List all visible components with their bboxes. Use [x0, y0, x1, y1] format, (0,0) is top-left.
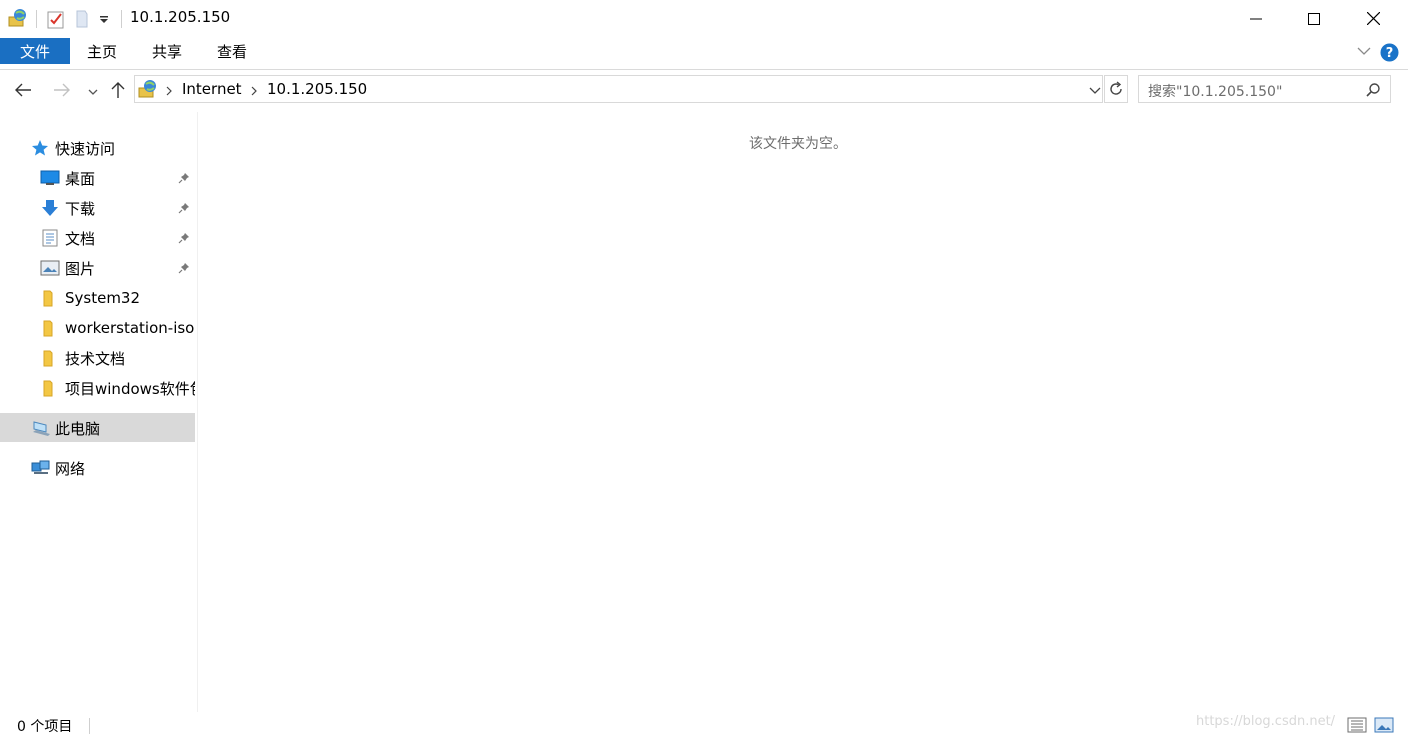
nav-item-tech-docs[interactable]: 技术文档	[40, 343, 195, 373]
refresh-icon	[1110, 81, 1122, 95]
nav-this-pc-label: 此电脑	[55, 419, 101, 438]
nav-item-documents[interactable]: 文档	[40, 223, 180, 253]
nav-quick-access[interactable]: 快速访问	[31, 133, 115, 163]
tab-home[interactable]: 主页	[76, 38, 128, 64]
folder-icon	[43, 350, 53, 367]
quick-access-separator	[36, 10, 37, 28]
pin-icon[interactable]	[178, 262, 190, 274]
pin-icon[interactable]	[178, 202, 190, 214]
nav-item-label: System32	[65, 289, 141, 307]
pin-icon[interactable]	[178, 232, 190, 244]
tab-share[interactable]: 共享	[141, 38, 193, 64]
properties-icon[interactable]	[47, 9, 65, 29]
address-location-icon	[137, 78, 159, 100]
nav-item-system32[interactable]: System32	[40, 283, 195, 313]
download-icon	[42, 200, 58, 216]
nav-item-label: 桌面	[65, 169, 96, 188]
breadcrumb-chevron-icon[interactable]	[250, 84, 258, 96]
search-icon[interactable]	[1365, 82, 1381, 98]
refresh-button[interactable]	[1104, 75, 1128, 103]
svg-text:?: ?	[1386, 46, 1394, 61]
nav-this-pc[interactable]: 此电脑	[31, 413, 100, 443]
computer-icon	[33, 421, 50, 436]
star-icon	[32, 140, 48, 156]
help-icon[interactable]: ?	[1380, 43, 1399, 62]
forward-button[interactable]	[53, 82, 71, 98]
watermark-text: https://blog.csdn.net/	[1196, 714, 1336, 729]
desktop-icon	[40, 170, 60, 185]
document-icon	[42, 229, 58, 247]
breadcrumb-internet[interactable]: Internet	[182, 80, 242, 98]
new-folder-icon[interactable]	[75, 9, 89, 29]
address-dropdown-icon[interactable]	[1088, 84, 1102, 94]
nav-item-project-packages[interactable]: 项目windows软件包	[40, 373, 195, 403]
nav-item-label: 下载	[65, 199, 96, 218]
customize-toolbar-icon[interactable]	[98, 12, 110, 26]
minimize-button[interactable]	[1227, 0, 1285, 37]
breadcrumb-chevron-icon[interactable]	[165, 84, 173, 96]
tab-view[interactable]: 查看	[206, 38, 258, 64]
nav-item-desktop[interactable]: 桌面	[40, 163, 180, 193]
maximize-button[interactable]	[1285, 0, 1343, 37]
nav-item-label: 技术文档	[65, 349, 126, 368]
nav-item-label: workerstation-iso	[65, 319, 195, 337]
up-button[interactable]	[110, 81, 126, 99]
details-view-icon[interactable]	[1347, 717, 1367, 733]
large-icons-view-icon[interactable]	[1374, 717, 1394, 733]
nav-quick-access-label: 快速访问	[55, 139, 116, 158]
nav-item-pictures[interactable]: 图片	[40, 253, 180, 283]
network-icon	[31, 460, 50, 474]
breadcrumb-current[interactable]: 10.1.205.150	[267, 80, 367, 98]
pictures-icon	[40, 260, 60, 276]
status-separator	[89, 718, 90, 734]
title-separator	[121, 10, 122, 28]
back-button[interactable]	[14, 82, 32, 98]
folder-icon	[43, 380, 53, 397]
nav-item-label: 文档	[65, 229, 96, 248]
folder-icon	[43, 320, 53, 337]
nav-network-label: 网络	[55, 459, 86, 478]
folder-icon	[43, 290, 53, 307]
tab-file[interactable]: 文件	[0, 38, 70, 64]
status-item-count: 0 个项目	[17, 719, 73, 735]
nav-network[interactable]: 网络	[31, 453, 85, 483]
nav-item-workerstation-iso[interactable]: workerstation-iso	[40, 313, 195, 343]
nav-item-downloads[interactable]: 下载	[40, 193, 180, 223]
search-placeholder: 搜索"10.1.205.150"	[1148, 84, 1283, 100]
network-location-icon[interactable]	[7, 7, 29, 29]
nav-item-label: 图片	[65, 259, 96, 278]
pin-icon[interactable]	[178, 172, 190, 184]
expand-ribbon-icon[interactable]	[1357, 45, 1371, 57]
window-title: 10.1.205.150	[130, 8, 231, 26]
nav-item-label: 项目windows软件包	[65, 379, 195, 398]
recent-locations-button[interactable]	[87, 86, 99, 96]
close-button[interactable]	[1344, 0, 1402, 37]
empty-folder-message: 该文件夹为空。	[749, 136, 847, 152]
